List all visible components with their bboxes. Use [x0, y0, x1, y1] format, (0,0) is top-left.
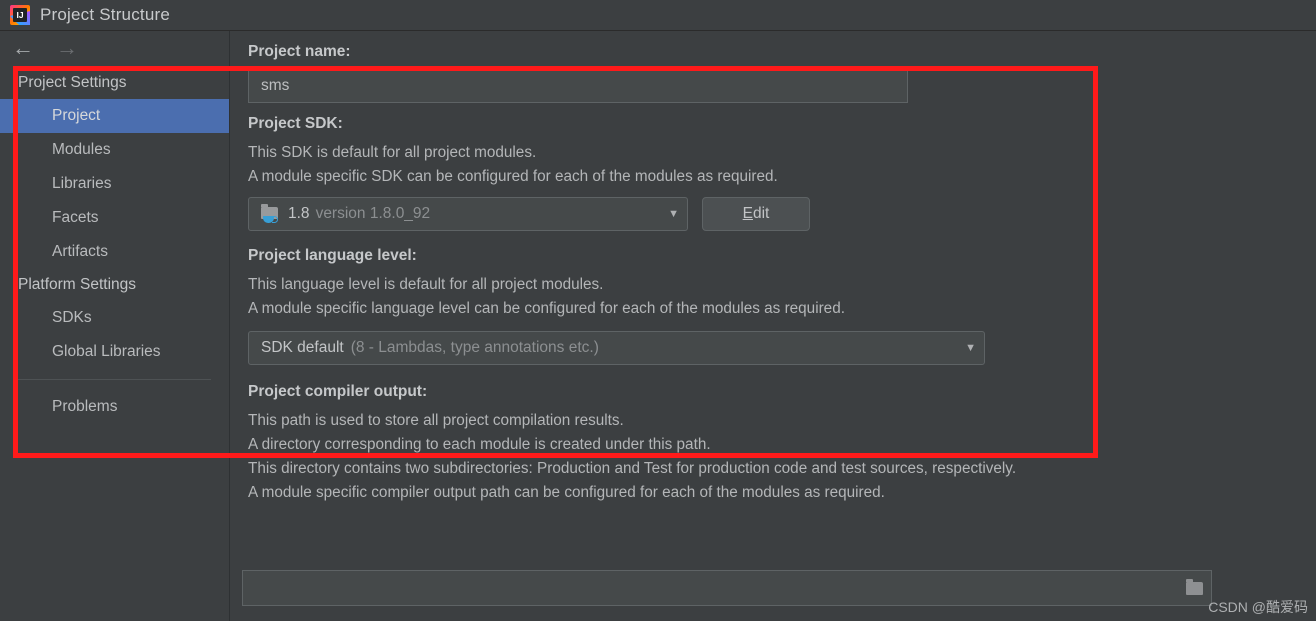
sidebar-item-label: Libraries — [52, 175, 112, 192]
sidebar-group-platform-settings: Platform Settings — [18, 276, 137, 293]
folder-browse-icon[interactable] — [1177, 571, 1211, 605]
project-name-input[interactable]: sms — [248, 69, 908, 103]
sidebar-item-label: SDKs — [52, 309, 92, 326]
sidebar-item-sdks[interactable]: SDKs — [0, 301, 229, 335]
sidebar-item-libraries[interactable]: Libraries — [0, 167, 229, 201]
language-level-desc-line-2: A module specific language level can be … — [248, 300, 845, 317]
language-level-label: Project language level: — [248, 247, 417, 264]
compiler-output-path-input[interactable] — [242, 570, 1212, 606]
language-level-desc-line-1: This language level is default for all p… — [248, 276, 604, 293]
sidebar-group-project-settings: Project Settings — [18, 74, 127, 91]
edit-button-mnemonic: E — [742, 205, 753, 222]
compiler-output-label: Project compiler output: — [248, 383, 428, 400]
project-name-value: sms — [261, 77, 290, 94]
project-sdk-label: Project SDK: — [248, 115, 343, 132]
compiler-output-desc-line-2: A directory corresponding to each module… — [248, 436, 711, 453]
edit-button-label-rest: dit — [752, 205, 770, 222]
compiler-output-desc-line-1: This path is used to store all project c… — [248, 412, 624, 429]
title-bar: IJ Project Structure — [0, 0, 1316, 31]
sidebar-item-label: Artifacts — [52, 243, 108, 260]
sidebar-divider — [18, 379, 211, 380]
forward-arrow-icon[interactable]: → — [56, 37, 78, 59]
java-sdk-folder-icon — [261, 204, 279, 223]
project-sdk-desc-line-2: A module specific SDK can be configured … — [248, 168, 778, 185]
project-settings-panel: Project name: sms Project SDK: This SDK … — [230, 31, 1316, 621]
sidebar-item-label: Problems — [52, 398, 118, 415]
chevron-down-icon[interactable]: ▼ — [955, 342, 976, 354]
language-level-value: SDK default — [261, 339, 344, 356]
language-level-detail: (8 - Lambdas, type annotations etc.) — [350, 339, 599, 356]
sidebar-item-modules[interactable]: Modules — [0, 133, 229, 167]
sidebar-item-label: Project — [52, 107, 101, 124]
language-level-dropdown[interactable]: SDK default (8 - Lambdas, type annotatio… — [248, 331, 985, 365]
project-sdk-desc-line-1: This SDK is default for all project modu… — [248, 144, 537, 161]
sidebar-item-facets[interactable]: Facets — [0, 201, 229, 235]
svg-text:IJ: IJ — [16, 10, 23, 20]
settings-sidebar: ← → Project Settings Project Modules Lib… — [0, 31, 230, 621]
back-arrow-icon[interactable]: ← — [12, 37, 34, 59]
sidebar-item-global-libraries[interactable]: Global Libraries — [0, 335, 229, 369]
edit-sdk-button[interactable]: Edit — [702, 197, 810, 231]
chevron-down-icon[interactable]: ▼ — [658, 208, 679, 220]
sidebar-item-problems[interactable]: Problems — [0, 390, 229, 424]
sidebar-item-label: Global Libraries — [52, 343, 161, 360]
window-title: Project Structure — [40, 5, 171, 24]
sidebar-item-label: Modules — [52, 141, 111, 158]
sidebar-item-project[interactable]: Project — [0, 99, 229, 133]
intellij-idea-logo-icon: IJ — [10, 5, 30, 25]
csdn-watermark: CSDN @酷爱码 — [1208, 599, 1308, 615]
main-container: ← → Project Settings Project Modules Lib… — [0, 31, 1316, 621]
sidebar-item-artifacts[interactable]: Artifacts — [0, 235, 229, 269]
project-name-label: Project name: — [248, 43, 351, 60]
project-sdk-row: 1.8 version 1.8.0_92 ▼ Edit — [248, 197, 1316, 231]
project-sdk-dropdown[interactable]: 1.8 version 1.8.0_92 ▼ — [248, 197, 688, 231]
project-sdk-name: 1.8 — [288, 205, 310, 222]
project-sdk-version: version 1.8.0_92 — [315, 205, 431, 222]
compiler-output-desc-line-4: A module specific compiler output path c… — [248, 484, 885, 501]
sidebar-item-label: Facets — [52, 209, 99, 226]
settings-tree: Project Settings Project Modules Librari… — [0, 65, 229, 424]
compiler-output-desc-line-3: This directory contains two subdirectori… — [248, 460, 1017, 477]
navigation-bar: ← → — [0, 31, 229, 65]
